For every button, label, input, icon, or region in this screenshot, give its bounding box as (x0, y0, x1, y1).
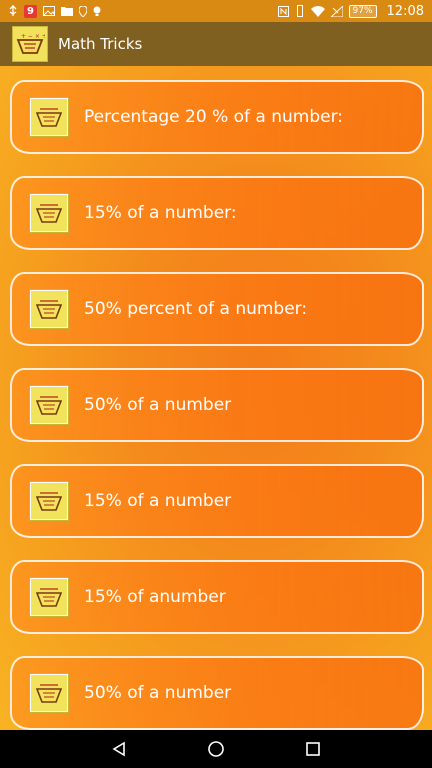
status-left: 9 (8, 4, 101, 18)
recents-icon (306, 742, 321, 756)
list-item-2[interactable]: 15% of a number: (10, 176, 424, 250)
math-tricks-logo-icon: + − × ÷ (12, 26, 48, 62)
home-button[interactable] (196, 730, 236, 768)
notification-badge: 9 (24, 4, 37, 18)
list-item-4[interactable]: 50% of a number (10, 368, 424, 442)
trick-list: Percentage 20 % of a number: 15% of a nu… (0, 66, 432, 730)
math-tricks-thumbnail-icon (30, 578, 68, 616)
image-icon (43, 6, 55, 16)
svg-text:+ − × ÷: + − × ÷ (21, 33, 45, 40)
list-item-7[interactable]: 50% of a number (10, 656, 424, 730)
math-tricks-thumbnail-icon (30, 386, 68, 424)
math-tricks-thumbnail-icon (30, 482, 68, 520)
list-item-3[interactable]: 50% percent of a number: (10, 272, 424, 346)
recents-button[interactable] (293, 730, 333, 768)
list-item-label: 15% of a number (84, 491, 232, 511)
location-icon (79, 5, 87, 17)
back-icon (112, 741, 125, 757)
wifi-icon (310, 5, 325, 17)
bulb-icon (93, 6, 101, 17)
list-item-label: 50% of a number (84, 683, 232, 703)
math-tricks-thumbnail-icon (30, 290, 68, 328)
math-tricks-thumbnail-icon (30, 194, 68, 232)
math-tricks-thumbnail-icon (30, 674, 68, 712)
list-item-label: 50% percent of a number: (84, 299, 308, 319)
folder-icon (61, 6, 73, 16)
navigation-bar (0, 730, 432, 768)
list-item-label: 50% of a number (84, 395, 232, 415)
list-item-label: 15% of a number: (84, 203, 237, 223)
home-icon (208, 741, 224, 757)
list-item-1[interactable]: Percentage 20 % of a number: (10, 80, 424, 154)
page-title: Math Tricks (58, 35, 143, 53)
list-item-label: 15% of anumber (84, 587, 226, 607)
usb-icon (8, 5, 18, 17)
clock: 12:08 (386, 3, 424, 19)
vibrate-icon (295, 5, 305, 17)
list-item-5[interactable]: 15% of a number (10, 464, 424, 538)
list-item-6[interactable]: 15% of anumber (10, 560, 424, 634)
battery-indicator: 97% (348, 4, 377, 18)
status-right: 97% 12:08 (277, 3, 424, 19)
status-bar: 9 97% 12:08 (0, 0, 432, 22)
back-button[interactable] (99, 730, 139, 768)
math-tricks-thumbnail-icon (30, 98, 68, 136)
signal-off-icon (330, 5, 343, 17)
nfc-icon (277, 5, 289, 17)
list-item-label: Percentage 20 % of a number: (84, 107, 344, 127)
app-bar: + − × ÷ Math Tricks (0, 22, 432, 66)
